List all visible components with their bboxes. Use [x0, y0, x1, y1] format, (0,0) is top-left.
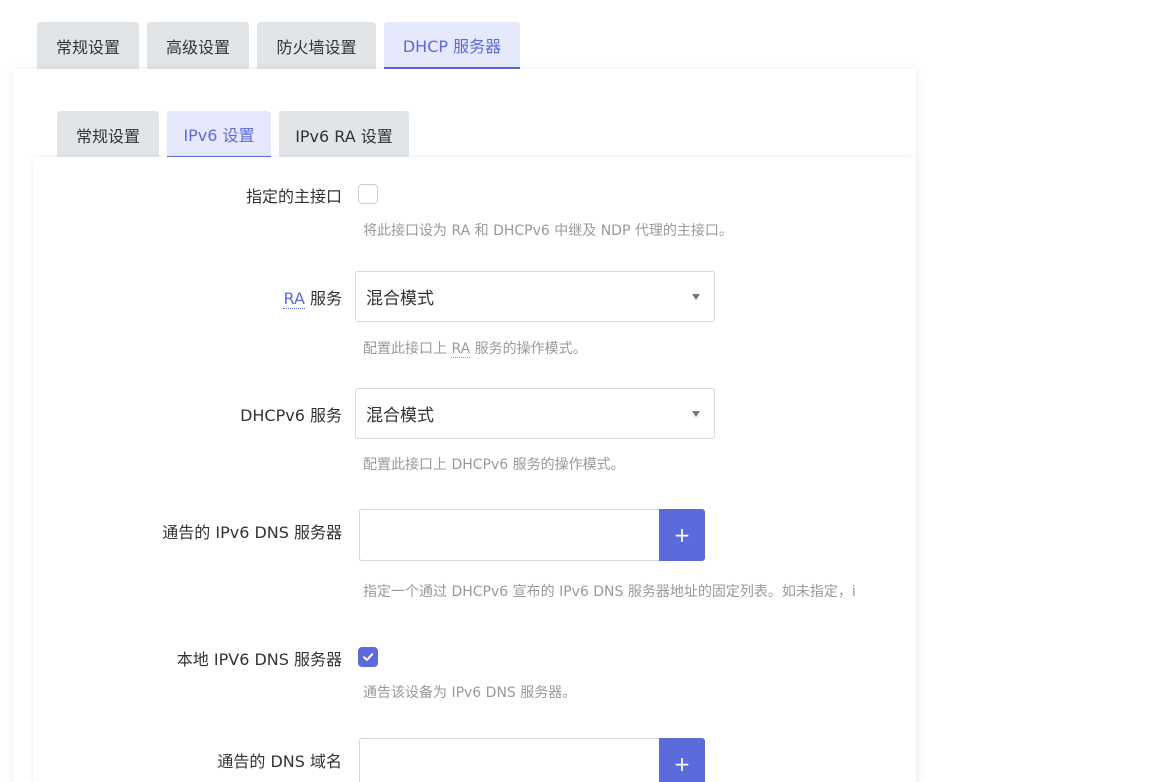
ra-service-select[interactable]: 混合模式 [355, 271, 715, 322]
sub-tabs: 常规设置 IPv6 设置 IPv6 RA 设置 [57, 111, 409, 158]
ra-abbr: RA [283, 289, 305, 309]
ipv6-dns-add-button[interactable]: + [659, 509, 705, 561]
tab-dhcp-server[interactable]: DHCP 服务器 [384, 22, 520, 69]
chevron-down-icon [692, 410, 700, 417]
subtab-ipv6[interactable]: IPv6 设置 [167, 111, 271, 158]
dhcpv6-service-help: 配置此接口上 DHCPv6 服务的操作模式。 [363, 457, 625, 473]
subtab-general[interactable]: 常规设置 [57, 111, 159, 158]
tab-general[interactable]: 常规设置 [37, 22, 139, 69]
chevron-down-icon [692, 293, 700, 300]
ipv6-dns-label: 通告的 IPv6 DNS 服务器 [162, 523, 342, 542]
ra-help-prefix: 配置此接口上 [363, 341, 452, 357]
tab-firewall[interactable]: 防火墙设置 [257, 22, 376, 69]
dhcpv6-service-select[interactable]: 混合模式 [355, 388, 715, 439]
dns-domain-input[interactable] [359, 738, 660, 782]
dns-domain-label: 通告的 DNS 域名 [217, 752, 342, 771]
ra-help-abbr: RA [451, 341, 471, 358]
local-ipv6-dns-label: 本地 IPV6 DNS 服务器 [176, 650, 342, 669]
master-interface-help: 将此接口设为 RA 和 DHCPv6 中继及 NDP 代理的主接口。 [363, 223, 733, 239]
page: 常规设置 高级设置 防火墙设置 DHCP 服务器 常规设置 IPv6 设置 IP… [0, 0, 1152, 782]
ra-service-value: 混合模式 [366, 289, 434, 309]
master-interface-checkbox[interactable] [358, 184, 378, 204]
tab-advanced[interactable]: 高级设置 [147, 22, 249, 69]
master-interface-label: 指定的主接口 [245, 187, 342, 206]
ra-service-help: 配置此接口上 RA 服务的操作模式。 [363, 338, 916, 358]
top-tabs: 常规设置 高级设置 防火墙设置 DHCP 服务器 [37, 22, 520, 69]
ra-service-label: RA 服务 [283, 285, 342, 309]
local-ipv6-dns-checkbox[interactable] [358, 647, 378, 667]
ipv6-dns-input[interactable] [359, 509, 660, 561]
dhcpv6-service-label: DHCPv6 服务 [240, 406, 342, 425]
check-icon [363, 653, 374, 661]
dhcpv6-service-value: 混合模式 [366, 406, 434, 426]
subtab-ipv6-ra[interactable]: IPv6 RA 设置 [279, 111, 409, 158]
ipv6-dns-help: 指定一个通过 DHCPv6 宣布的 IPv6 DNS 服务器地址的固定列表。如未… [363, 584, 856, 600]
ra-help-suffix: 服务的操作模式。 [470, 341, 587, 357]
ra-service-label-text: 服务 [304, 289, 342, 308]
local-ipv6-dns-help: 通告该设备为 IPv6 DNS 服务器。 [363, 685, 577, 701]
dns-domain-add-button[interactable]: + [659, 738, 705, 782]
